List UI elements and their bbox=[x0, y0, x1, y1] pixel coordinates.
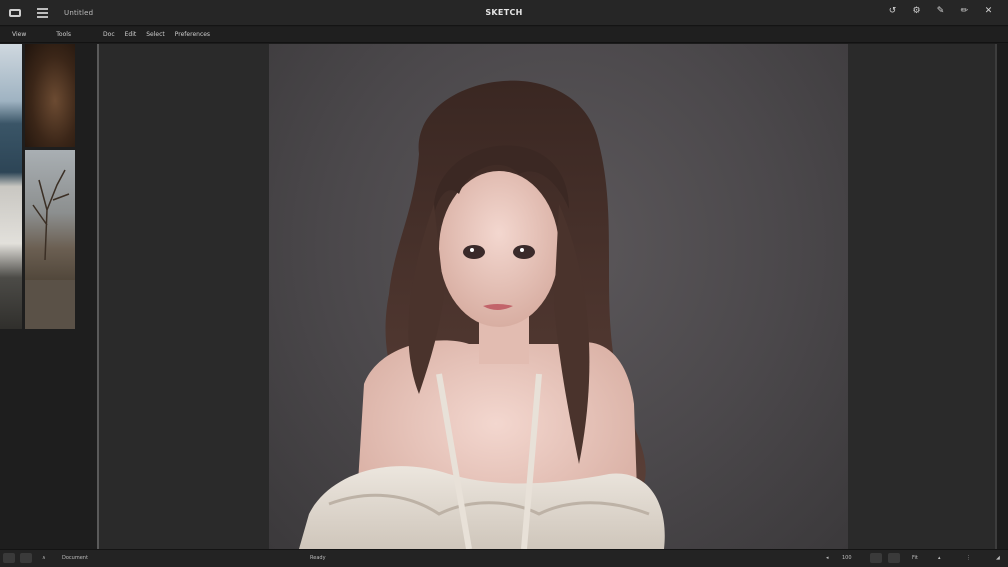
handle-icon[interactable]: ⋮ bbox=[966, 555, 971, 561]
corner-icon[interactable]: ◢ bbox=[996, 555, 1000, 561]
close-icon[interactable]: ✕ bbox=[983, 6, 994, 17]
menu-item-select[interactable]: Select bbox=[146, 31, 165, 38]
menu-bar: View Tools Doc Edit Select Preferences bbox=[0, 27, 1008, 43]
title-bar: Untitled SKETCH ↺ ⚙ ✎ ✏ ✕ bbox=[0, 0, 1008, 26]
zoom-value: 100 bbox=[842, 555, 852, 561]
pen-icon[interactable]: ✏ bbox=[959, 6, 970, 17]
status-center-label: Ready bbox=[310, 555, 326, 561]
status-toggle-button[interactable] bbox=[3, 553, 15, 563]
menu-item-edit[interactable]: Edit bbox=[125, 31, 137, 38]
image-canvas[interactable] bbox=[269, 44, 848, 549]
layers-button[interactable] bbox=[20, 553, 32, 563]
fit-label[interactable]: Fit bbox=[912, 555, 918, 561]
app-logo-icon[interactable] bbox=[9, 8, 21, 17]
menu-item-preferences[interactable]: Preferences bbox=[175, 31, 210, 38]
prev-icon[interactable]: ◂ bbox=[826, 555, 829, 561]
vertical-scrollbar[interactable] bbox=[995, 44, 997, 549]
menu-item-view[interactable]: View bbox=[12, 31, 26, 38]
settings-icon[interactable]: ⚙ bbox=[911, 6, 922, 17]
zoom-in-button[interactable] bbox=[888, 553, 900, 563]
menu-icon[interactable] bbox=[37, 7, 48, 18]
thumbnail-panel bbox=[0, 44, 97, 549]
tree-sketch bbox=[25, 169, 75, 329]
up-icon[interactable]: ▴ bbox=[938, 555, 941, 561]
brush-icon[interactable]: ∧ bbox=[42, 555, 46, 561]
thumbnail-wood[interactable] bbox=[25, 44, 75, 147]
pin-icon[interactable]: ✎ bbox=[935, 6, 946, 17]
title-tools: ↺ ⚙ ✎ ✏ ✕ bbox=[887, 6, 994, 17]
thumbnail-tree[interactable] bbox=[25, 150, 75, 329]
undo-icon[interactable]: ↺ bbox=[887, 6, 898, 17]
status-left-label: Document bbox=[62, 555, 88, 561]
app-title: SKETCH bbox=[485, 8, 523, 17]
document-title: Untitled bbox=[64, 8, 94, 17]
zoom-out-button[interactable] bbox=[870, 553, 882, 563]
status-bar: ∧ Document Ready ◂ 100 Fit ▴ ⋮ ◢ bbox=[0, 549, 1008, 567]
menu-item-tools[interactable]: Tools bbox=[56, 31, 71, 38]
portrait-image bbox=[299, 80, 665, 549]
menu-item-doc[interactable]: Doc bbox=[103, 31, 115, 38]
thumbnail-seascape[interactable] bbox=[0, 44, 22, 329]
